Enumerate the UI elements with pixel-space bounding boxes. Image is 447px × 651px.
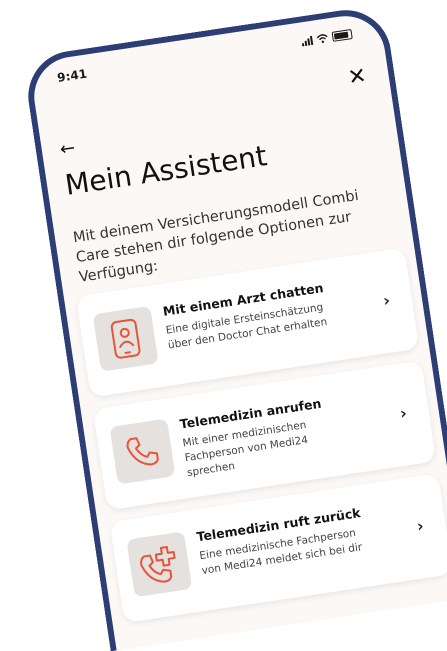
phone-mockup: 9:41 ✕ ← Mein Assistent Mit deinem Versi… bbox=[22, 3, 447, 651]
battery-icon bbox=[331, 29, 353, 42]
status-icons bbox=[301, 29, 353, 47]
doctor-chat-icon bbox=[92, 305, 159, 372]
chevron-right-icon: › bbox=[398, 403, 409, 423]
status-time: 9:41 bbox=[56, 66, 88, 85]
chevron-right-icon: › bbox=[381, 290, 392, 311]
back-arrow-icon[interactable]: ← bbox=[58, 137, 76, 160]
phone-icon bbox=[109, 418, 176, 485]
app-screen: 9:41 ✕ ← Mein Assistent Mit deinem Versi… bbox=[29, 11, 447, 651]
phone-frame: 9:41 ✕ ← Mein Assistent Mit deinem Versi… bbox=[22, 3, 447, 651]
page-title: Mein Assistent bbox=[62, 139, 269, 202]
chevron-right-icon: › bbox=[415, 515, 425, 536]
option-list: Mit einem Arzt chatten Eine digitale Ers… bbox=[75, 247, 447, 635]
signal-icon bbox=[301, 35, 314, 47]
phone-callback-icon bbox=[126, 531, 193, 598]
close-icon[interactable]: ✕ bbox=[346, 63, 368, 90]
status-bar: 9:41 bbox=[31, 23, 384, 97]
wifi-icon bbox=[316, 34, 328, 44]
